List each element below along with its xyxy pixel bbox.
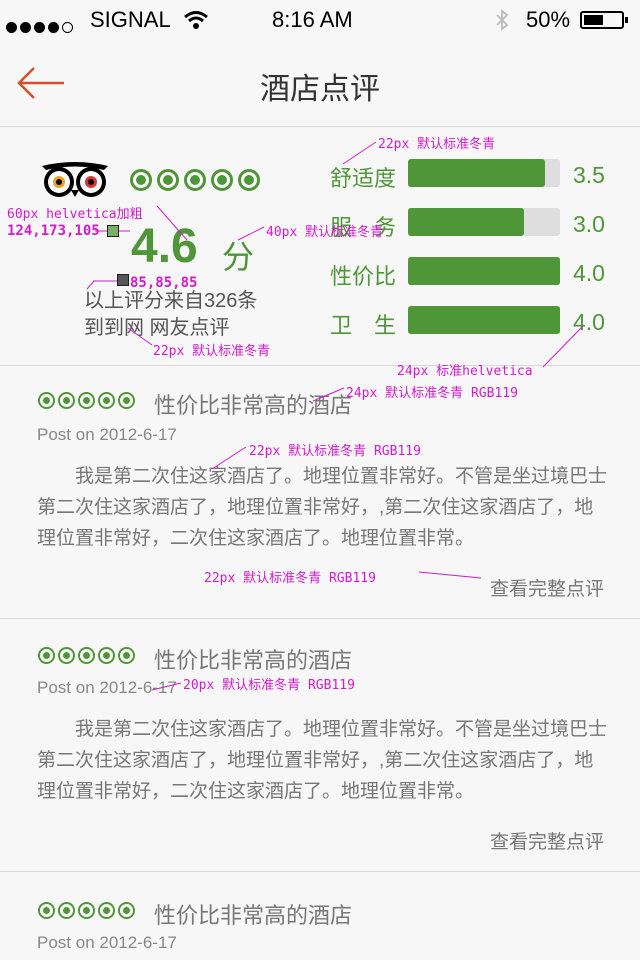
review-rating-dots [38, 647, 135, 664]
category-value: 4.0 [573, 260, 605, 286]
annotation-label: 85,85,85 [130, 275, 198, 291]
wifi-icon [184, 11, 208, 29]
color-swatch [107, 225, 119, 237]
signal-strength-icon [6, 13, 76, 39]
annotation-label: 40px 默认标准冬青 [266, 225, 384, 240]
annotation-label: 24px 标准helvetica [397, 364, 533, 379]
review-card: 性价比非常高的酒店 Post on 2012-6-17 我是第二次住这家酒店了。… [0, 619, 640, 871]
review-date: Post on 2012-6-17 [37, 678, 177, 697]
review-body: 我是第二次住这家酒店了。地理位置非常好。不管是坐过境巴士第二次住这家酒店了，地理… [37, 466, 608, 549]
navigation-bar: 酒店点评 [0, 40, 640, 127]
rating-summary: 4.6 分 以上评分来自326条 到到网 网友点评 舒适度 3.5 服 务 3.… [0, 127, 640, 365]
view-full-review-link[interactable]: 查看完整点评 [490, 827, 604, 854]
view-full-review-link[interactable]: 查看完整点评 [490, 574, 604, 601]
annotation-label: 124,173,105 [7, 223, 100, 239]
status-time: 8:16 AM [272, 7, 353, 32]
review-title: 性价比非常高的酒店 [154, 648, 353, 673]
category-bar [408, 306, 560, 334]
carrier-name: SIGNAL [90, 7, 171, 32]
color-swatch [117, 274, 129, 286]
overall-score: 4.6 [131, 220, 198, 273]
bluetooth-icon [496, 9, 509, 31]
annotation-label: 22px 默认标准冬青 [378, 137, 496, 152]
overall-rating-dots [130, 169, 260, 191]
annotation-label: 24px 默认标准冬青 RGB119 [346, 386, 518, 401]
review-rating-dots [38, 392, 135, 409]
review-card: 性价比非常高的酒店 Post on 2012-6-17 [0, 872, 640, 960]
category-label: 性价比 [330, 264, 397, 289]
category-bar [408, 159, 560, 187]
category-label: 舒适度 [330, 166, 397, 191]
category-value: 3.5 [573, 162, 605, 188]
review-body: 我是第二次住这家酒店了。地理位置非常好。不管是坐过境巴士第二次住这家酒店了，地理… [37, 719, 608, 802]
rating-source-line2: 到到网 网友点评 [84, 317, 230, 339]
category-value: 4.0 [573, 309, 605, 335]
review-date: Post on 2012-6-17 [37, 425, 177, 444]
annotation-label: 22px 默认标准冬青 RGB119 [204, 571, 376, 586]
page-title: 酒店点评 [260, 73, 380, 106]
annotation-label: 20px 默认标准冬青 RGB119 [183, 678, 355, 693]
category-bar [408, 208, 560, 236]
annotation-label: 22px 默认标准冬青 [153, 344, 271, 359]
battery-icon [580, 11, 628, 29]
annotation-label: 60px helvetica加粗 [7, 207, 143, 222]
tripadvisor-owl-logo [42, 162, 108, 197]
battery-percent: 50% [526, 7, 571, 32]
score-unit: 分 [222, 239, 255, 275]
review-rating-dots [38, 902, 135, 919]
category-bar [408, 257, 560, 285]
status-bar: SIGNAL 8:16 AM 50% [0, 0, 640, 40]
category-label: 卫 生 [330, 313, 397, 338]
review-title: 性价比非常高的酒店 [154, 903, 353, 928]
review-title: 性价比非常高的酒店 [154, 393, 353, 418]
annotation-label: 22px 默认标准冬青 RGB119 [249, 444, 421, 459]
category-value: 3.0 [573, 211, 605, 237]
review-date: Post on 2012-6-17 [37, 933, 177, 952]
